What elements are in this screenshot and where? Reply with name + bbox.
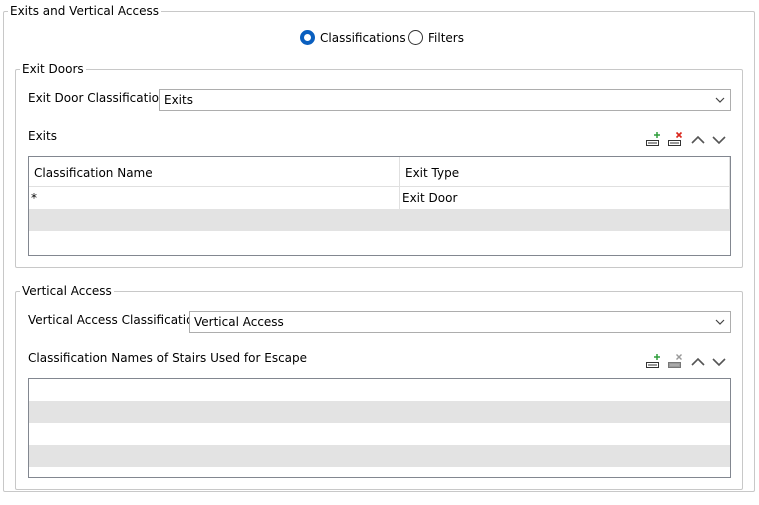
empty-row [29, 401, 730, 423]
exits-list-label: Exits [28, 129, 57, 143]
filters-radio[interactable]: Filters [408, 30, 464, 45]
exit-door-classification-dropdown[interactable]: Exits [159, 89, 731, 111]
classifications-radio[interactable]: Classifications [300, 30, 406, 45]
classifications-radio-indicator[interactable] [300, 30, 315, 45]
vertical-access-classification-dropdown[interactable]: Vertical Access [189, 311, 731, 333]
empty-row [29, 379, 730, 401]
table-row[interactable]: * Exit Door [29, 187, 730, 209]
empty-row [29, 209, 730, 231]
exit-doors-title: Exit Doors [20, 62, 86, 76]
exit-door-classification-label: Exit Door Classification [28, 91, 167, 105]
add-row-icon[interactable] [645, 131, 661, 147]
vertical-access-classification-value: Vertical Access [194, 315, 284, 329]
move-down-icon[interactable] [711, 354, 727, 370]
move-up-icon[interactable] [690, 132, 706, 148]
exit-type-cell[interactable]: Exit Door [400, 187, 730, 209]
exits-table[interactable]: Classification Name Exit Type * Exit Doo… [28, 156, 731, 256]
move-down-icon[interactable] [711, 132, 727, 148]
add-row-icon[interactable] [645, 353, 661, 369]
classifications-radio-label[interactable]: Classifications [320, 31, 406, 45]
classification-name-cell[interactable]: * [29, 187, 400, 209]
move-up-icon[interactable] [690, 354, 706, 370]
delete-row-icon[interactable] [667, 131, 683, 147]
exit-door-classification-value: Exits [164, 93, 193, 107]
stairs-table[interactable] [28, 378, 731, 478]
vertical-access-title: Vertical Access [20, 284, 114, 298]
delete-row-icon[interactable] [667, 353, 683, 369]
filters-radio-label[interactable]: Filters [428, 31, 464, 45]
exits-vertical-access-title: Exits and Vertical Access [8, 4, 161, 18]
column-header-classification-name[interactable]: Classification Name [29, 157, 400, 186]
column-header-exit-type[interactable]: Exit Type [400, 157, 730, 186]
empty-row [29, 445, 730, 467]
chevron-down-icon[interactable] [714, 315, 726, 329]
chevron-down-icon[interactable] [714, 93, 726, 107]
exits-table-header: Classification Name Exit Type [29, 157, 730, 187]
vertical-access-classification-label: Vertical Access Classification [28, 313, 202, 327]
empty-row [29, 423, 730, 445]
filters-radio-indicator[interactable] [408, 30, 423, 45]
stairs-used-for-escape-label: Classification Names of Stairs Used for … [28, 351, 308, 365]
